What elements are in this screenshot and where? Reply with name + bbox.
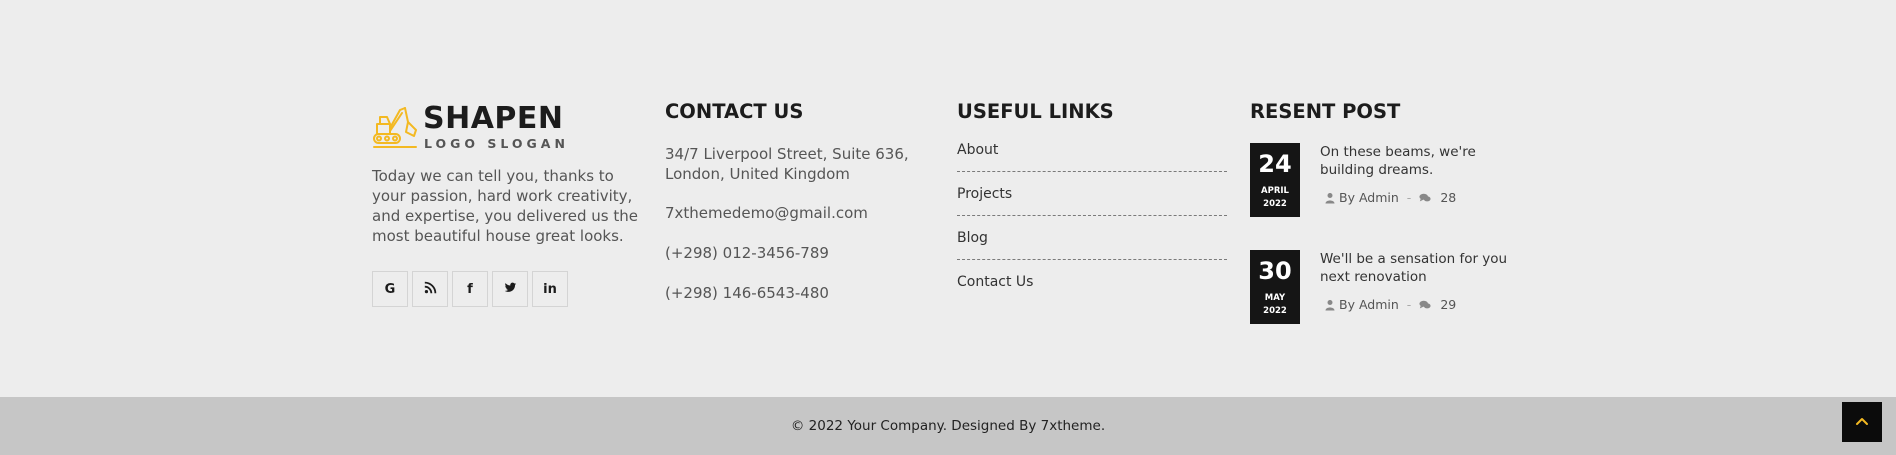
about-text: Today we can tell you, thanks to your pa… bbox=[372, 167, 638, 245]
copyright-bar: © 2022 Your Company. Designed By 7xtheme… bbox=[0, 397, 1896, 455]
contact-email[interactable]: 7xthemedemo@gmail.com bbox=[665, 203, 935, 223]
post-date-day: 30 bbox=[1258, 257, 1292, 285]
post-date-month: MAY bbox=[1264, 293, 1286, 303]
brand-name: SHAPEN bbox=[423, 101, 564, 136]
link-projects[interactable]: Projects bbox=[957, 172, 1227, 216]
linkedin-icon: in bbox=[543, 281, 557, 297]
post-meta: By Admin - 29 bbox=[1324, 297, 1456, 312]
post-author[interactable]: By Admin bbox=[1339, 297, 1399, 312]
post-date-badge: 24 APRIL 2022 bbox=[1250, 143, 1300, 217]
footer: SHAPEN LOGO SLOGAN Today we can tell you… bbox=[0, 0, 1896, 397]
social-links: G f in bbox=[372, 271, 568, 307]
twitter-button[interactable] bbox=[492, 271, 528, 307]
copyright-text: © 2022 Your Company. Designed By 7xtheme… bbox=[790, 418, 1106, 434]
recent-post: 30 MAY 2022 We'll be a sensation for you… bbox=[1250, 250, 1530, 324]
link-about[interactable]: About bbox=[957, 128, 1227, 172]
back-to-top-button[interactable] bbox=[1842, 402, 1882, 442]
recent-post: 24 APRIL 2022 On these beams, we're buil… bbox=[1250, 143, 1530, 217]
links-title: USEFUL LINKS bbox=[957, 100, 1114, 123]
linkedin-button[interactable]: in bbox=[532, 271, 568, 307]
comments-icon bbox=[1419, 299, 1431, 311]
google-button[interactable]: G bbox=[372, 271, 408, 307]
link-blog[interactable]: Blog bbox=[957, 216, 1227, 260]
post-author[interactable]: By Admin bbox=[1339, 190, 1399, 205]
post-date-year: 2022 bbox=[1263, 306, 1287, 316]
post-date-day: 24 bbox=[1258, 150, 1292, 178]
facebook-icon: f bbox=[467, 281, 473, 297]
post-meta: By Admin - 28 bbox=[1324, 190, 1456, 205]
post-date-year: 2022 bbox=[1263, 199, 1287, 209]
post-comment-count[interactable]: 28 bbox=[1440, 190, 1456, 205]
post-title[interactable]: We'll be a sensation for you next renova… bbox=[1320, 250, 1520, 286]
meta-separator: - bbox=[1406, 190, 1412, 205]
contact-title: CONTACT US bbox=[665, 100, 804, 123]
excavator-icon bbox=[372, 102, 417, 150]
twitter-icon bbox=[504, 281, 517, 298]
posts-title: RESENT POST bbox=[1250, 100, 1401, 123]
chevron-up-icon bbox=[1855, 413, 1869, 432]
contact-phone-2[interactable]: (+298) 146-6543-480 bbox=[665, 283, 935, 303]
post-comment-count[interactable]: 29 bbox=[1440, 297, 1456, 312]
post-title[interactable]: On these beams, we're building dreams. bbox=[1320, 143, 1520, 179]
contact-phone-1[interactable]: (+298) 012-3456-789 bbox=[665, 243, 935, 263]
useful-links-list: About Projects Blog Contact Us bbox=[957, 142, 1227, 304]
google-icon: G bbox=[384, 281, 396, 297]
contact-address: 34/7 Liverpool Street, Suite 636, London… bbox=[665, 145, 909, 183]
rss-icon bbox=[424, 281, 437, 298]
comments-icon bbox=[1419, 192, 1431, 204]
meta-separator: - bbox=[1406, 297, 1412, 312]
brand-slogan: LOGO SLOGAN bbox=[424, 136, 569, 151]
post-date-month: APRIL bbox=[1261, 186, 1289, 196]
rss-button[interactable] bbox=[412, 271, 448, 307]
logo[interactable]: SHAPEN LOGO SLOGAN bbox=[372, 102, 572, 152]
user-icon bbox=[1324, 299, 1336, 311]
facebook-button[interactable]: f bbox=[452, 271, 488, 307]
link-contact-us[interactable]: Contact Us bbox=[957, 260, 1227, 304]
user-icon bbox=[1324, 192, 1336, 204]
post-date-badge: 30 MAY 2022 bbox=[1250, 250, 1300, 324]
